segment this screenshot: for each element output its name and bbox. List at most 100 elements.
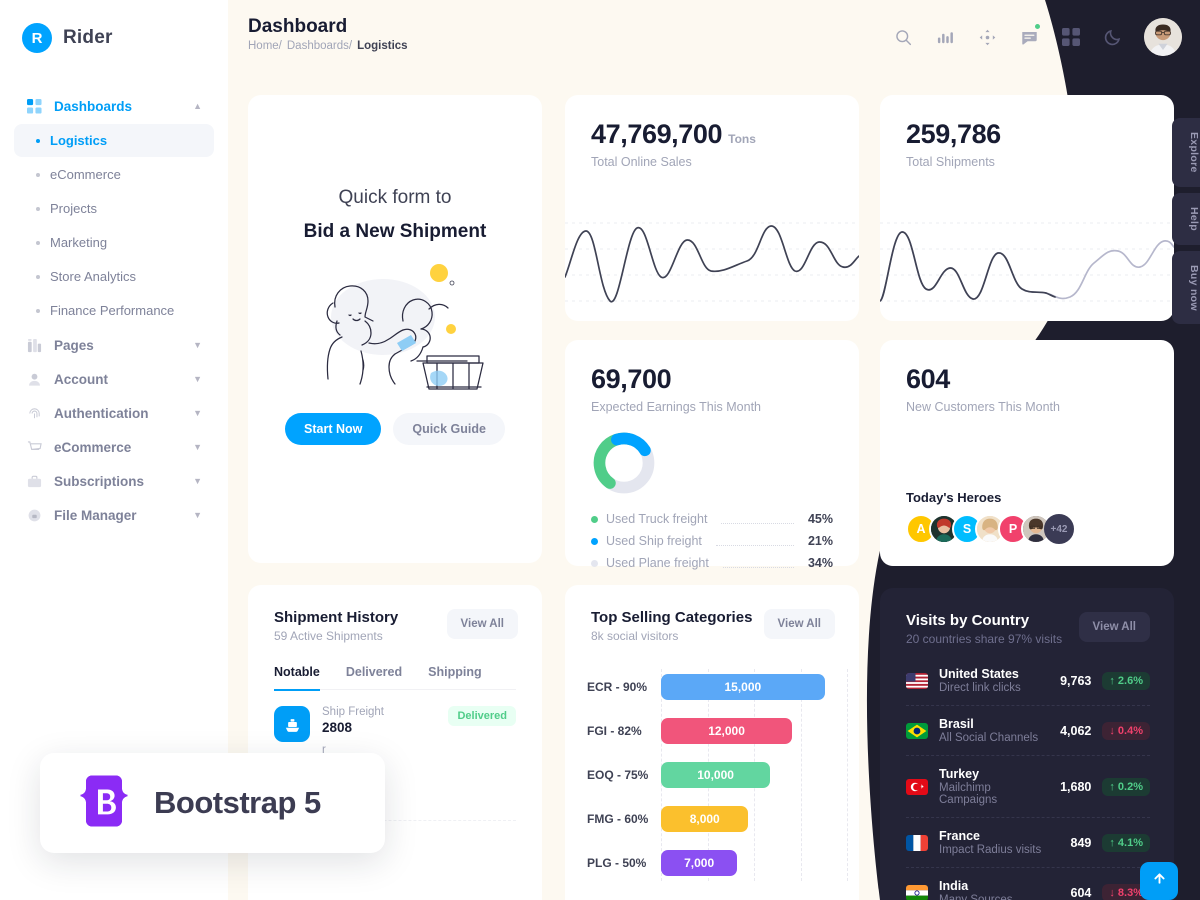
- chevron-up-icon: ▲: [193, 101, 202, 111]
- grid-icon[interactable]: [1060, 26, 1082, 48]
- visit-count-turkey: 1,680: [1060, 779, 1092, 794]
- sidebar-item-ecommerce[interactable]: eCommerce ▼: [14, 430, 214, 464]
- bar-track-ecr: 15,000: [661, 665, 847, 709]
- breadcrumb-dashboards[interactable]: Dashboards/: [287, 40, 352, 52]
- quick-form-card: Quick form to Bid a New Shipment Start N…: [248, 95, 542, 563]
- in-flag-icon: [906, 884, 928, 900]
- visit-delta-turkey: ↑ 0.2%: [1102, 777, 1150, 796]
- shipment-type: Ship Freight: [322, 706, 385, 718]
- notification-dot: [1034, 23, 1041, 30]
- sidebar-item-ecommerce-dash[interactable]: eCommerce: [14, 158, 214, 191]
- sidebar-item-marketing[interactable]: Marketing: [14, 226, 214, 259]
- online-sales-sparkline: [565, 222, 859, 303]
- bar-row-ecr: ECR - 90% 15,000: [587, 665, 847, 709]
- brand-logo: R: [22, 23, 52, 53]
- shipment-history-subtitle: 59 Active Shipments: [274, 629, 383, 643]
- todays-heroes-title: Today's Heroes: [906, 490, 1002, 505]
- moon-icon[interactable]: [1102, 26, 1124, 48]
- cart-icon: [26, 439, 43, 456]
- tab-delivered[interactable]: Delivered: [346, 665, 402, 691]
- earnings-value: 69,700: [591, 364, 672, 394]
- tab-notable[interactable]: Notable: [274, 665, 320, 691]
- visit-row-turkey[interactable]: Turkey Mailchimp Campaigns 1,680 ↑ 0.2%: [906, 756, 1150, 818]
- freight-legend: Used Truck freight 45% Used Ship freight…: [565, 496, 859, 570]
- sidebar-item-pages[interactable]: Pages ▼: [14, 328, 214, 362]
- visit-country-turkey: Turkey: [939, 767, 980, 781]
- quick-form-line2: Bid a New Shipment: [303, 221, 487, 242]
- visit-source-brasil: All Social Channels: [939, 732, 1039, 744]
- shipment-history-view-all-button[interactable]: View All: [446, 609, 518, 639]
- sidebar-item-account-label: Account: [54, 371, 108, 387]
- visit-count-united-states: 9,763: [1060, 673, 1092, 688]
- move-icon[interactable]: [976, 26, 998, 48]
- breadcrumb-current: Logistics: [357, 40, 408, 52]
- chevron-down-icon: ▼: [193, 408, 202, 418]
- visit-source-france: Impact Radius visits: [939, 844, 1042, 856]
- todays-heroes: Today's Heroes A S P +42: [906, 490, 1074, 544]
- breadcrumb-home[interactable]: Home/: [248, 40, 282, 52]
- sidebar-item-store-analytics[interactable]: Store Analytics: [14, 260, 214, 293]
- shipments-sparkline: [880, 222, 1174, 302]
- visit-row-france[interactable]: France Impact Radius visits 849 ↑ 4.1%: [906, 818, 1150, 868]
- visit-row-united-states[interactable]: United States Direct link clicks 9,763 ↑…: [906, 656, 1150, 706]
- dashboard-page: R Rider Dashboards ▲ Logistics eCommerce…: [0, 0, 1200, 900]
- bar-row-eoq: EOQ - 75% 10,000: [587, 753, 847, 797]
- sidebar-item-logistics[interactable]: Logistics: [14, 124, 214, 157]
- visit-row-brasil[interactable]: Brasil All Social Channels 4,062 ↓ 0.4%: [906, 706, 1150, 756]
- pages-icon: [26, 337, 43, 354]
- scroll-to-top-button[interactable]: [1140, 862, 1178, 900]
- brand[interactable]: R Rider: [0, 0, 228, 53]
- sidebar-group-dashboards: Dashboards ▲ Logistics eCommerce Project…: [0, 89, 228, 532]
- sidebar-item-projects[interactable]: Projects: [14, 192, 214, 225]
- sidebar-item-finance-performance[interactable]: Finance Performance: [14, 294, 214, 327]
- visit-count-brasil: 4,062: [1060, 723, 1092, 738]
- visit-country-india: India: [939, 879, 969, 893]
- side-tab-buy-now[interactable]: Buy now: [1172, 250, 1200, 325]
- sidebar-item-file-manager[interactable]: File Manager ▼: [14, 498, 214, 532]
- legend-filler: [721, 515, 794, 524]
- bar-track-plg: 7,000: [661, 841, 847, 885]
- customers-label: New Customers This Month: [906, 400, 1060, 414]
- sidebar-item-authentication[interactable]: Authentication ▼: [14, 396, 214, 430]
- dashboard-icon: [26, 98, 43, 115]
- sidebar-item-finance-performance-label: Finance Performance: [50, 303, 175, 318]
- avatar[interactable]: [1144, 18, 1182, 56]
- legend-value-plane: 34%: [807, 556, 833, 570]
- tab-shipping[interactable]: Shipping: [428, 665, 481, 691]
- legend-dot-truck: [591, 515, 598, 523]
- hero-avatar-more[interactable]: +42: [1044, 514, 1074, 544]
- legend-dot-plane: [591, 559, 598, 567]
- bullet-icon: [36, 206, 40, 211]
- heroes-avatar-stack: A S P +42: [906, 514, 1074, 544]
- bar-row-plg: PLG - 50% 7,000: [587, 841, 847, 885]
- bullet-icon: [36, 138, 40, 143]
- top-selling-bar-chart: ECR - 90% 15,000 FGI - 82% 12,000 EOQ - …: [565, 643, 859, 885]
- bootstrap-badge-text: Bootstrap 5: [154, 785, 321, 820]
- visits-view-all-button[interactable]: View All: [1078, 612, 1150, 642]
- bar-track-fmg: 8,000: [661, 797, 847, 841]
- bar-chart-icon[interactable]: [934, 26, 956, 48]
- sidebar-item-subscriptions-label: Subscriptions: [54, 473, 145, 489]
- quick-guide-button[interactable]: Quick Guide: [393, 413, 505, 445]
- chat-icon[interactable]: [1018, 23, 1041, 48]
- side-tabs: Explore Help Buy now: [1172, 118, 1200, 325]
- search-icon[interactable]: [892, 26, 914, 48]
- visits-title: Visits by Country: [906, 612, 1030, 629]
- sidebar-item-dashboards[interactable]: Dashboards ▲: [14, 89, 214, 123]
- side-tab-explore[interactable]: Explore: [1172, 118, 1200, 187]
- bar-row-fmg: FMG - 60% 8,000: [587, 797, 847, 841]
- sidebar-item-account[interactable]: Account ▼: [14, 362, 214, 396]
- side-tab-help[interactable]: Help: [1172, 192, 1200, 245]
- bullet-icon: [36, 172, 40, 177]
- brand-name: Rider: [63, 27, 113, 48]
- bar-row-fgi: FGI - 82% 12,000: [587, 709, 847, 753]
- sidebar-item-subscriptions[interactable]: Subscriptions ▼: [14, 464, 214, 498]
- start-now-button[interactable]: Start Now: [285, 413, 382, 445]
- br-flag-icon: [906, 722, 928, 739]
- chevron-down-icon: ▼: [193, 476, 202, 486]
- visit-row-india[interactable]: India Many Sources 604 ↓ 8.3%: [906, 868, 1150, 900]
- shipments-label: Total Shipments: [906, 155, 995, 169]
- top-selling-view-all-button[interactable]: View All: [763, 609, 835, 639]
- bullet-icon: [36, 308, 40, 313]
- chevron-down-icon: ▼: [193, 442, 202, 452]
